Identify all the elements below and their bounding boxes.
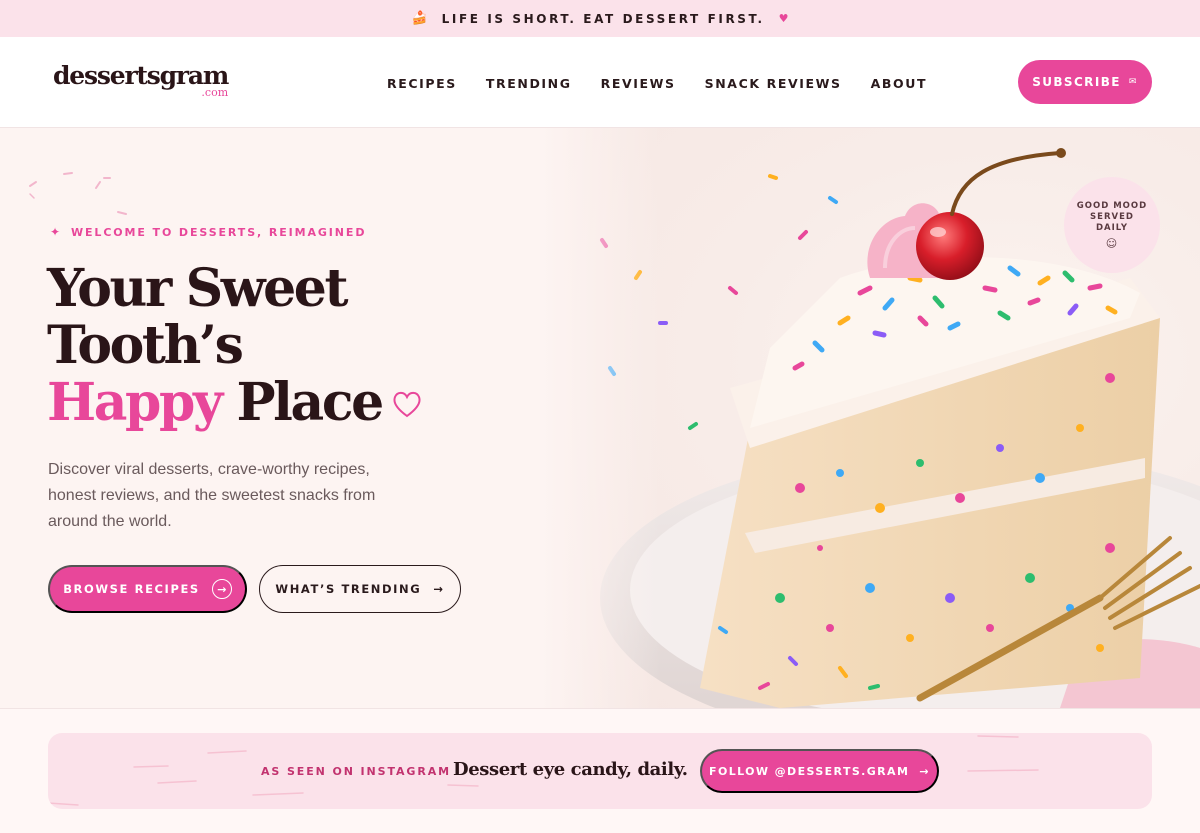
heart-icon: ♥: [778, 12, 789, 25]
headline-end: Place: [236, 372, 384, 433]
badge-line1: GOOD MOOD: [1076, 201, 1148, 211]
mail-icon: ✉: [1128, 77, 1138, 87]
announcement-bar: 🍰 LIFE IS SHORT. EAT DESSERT FIRST. ♥: [0, 0, 1200, 37]
subscribe-button[interactable]: SUBSCRIBE ✉: [1018, 60, 1152, 104]
arrow-right-icon: →: [433, 582, 445, 596]
badge-line3: DAILY: [1095, 223, 1129, 233]
good-mood-badge: GOOD MOOD SERVED DAILY ☺: [1064, 177, 1160, 273]
hero-eyebrow: ✦ WELCOME TO DESSERTS, REIMAGINED: [50, 225, 366, 239]
cake-icon: 🍰: [411, 11, 428, 26]
eyebrow-text: WELCOME TO DESSERTS, REIMAGINED: [70, 225, 367, 239]
instagram-label: AS SEEN ON INSTAGRAM: [261, 765, 451, 778]
section-divider: [0, 708, 1200, 709]
hero-section: ✦ WELCOME TO DESSERTS, REIMAGINED Your S…: [0, 128, 1200, 708]
site-logo[interactable]: dessertsgram .com: [53, 61, 229, 99]
announcement-text: LIFE IS SHORT. EAT DESSERT FIRST.: [441, 11, 765, 26]
browse-recipes-button[interactable]: BROWSE RECIPES →: [48, 565, 247, 613]
browse-recipes-label: BROWSE RECIPES: [63, 582, 200, 596]
nav-about[interactable]: ABOUT: [871, 76, 928, 91]
nav-snack-reviews[interactable]: SNACK REVIEWS: [705, 76, 842, 91]
smile-icon: ☺: [1105, 237, 1119, 250]
nav-recipes[interactable]: RECIPES: [387, 76, 457, 91]
hero-headline: Your Sweet Tooth’s Happy Place: [47, 258, 421, 433]
heart-outline-icon: [393, 391, 421, 418]
nav-reviews[interactable]: REVIEWS: [601, 76, 676, 91]
instagram-strip: AS SEEN ON INSTAGRAM Dessert eye candy, …: [48, 733, 1152, 809]
sparkle-icon: ✦: [50, 225, 62, 239]
hero-description: Discover viral desserts, crave-worthy re…: [48, 461, 376, 530]
whats-trending-label: WHAT’S TRENDING: [275, 582, 422, 596]
badge-line2: SERVED: [1090, 212, 1134, 222]
sprinkles-decoration: [29, 172, 127, 215]
headline-line2: Tooth’s: [47, 315, 244, 376]
arrow-right-icon: →: [919, 764, 930, 778]
arrow-circle-icon: →: [211, 579, 232, 599]
headline-line1: Your Sweet: [47, 258, 349, 319]
follow-button[interactable]: FOLLOW @DESSERTS.GRAM →: [700, 749, 939, 793]
headline-highlight: Happy: [47, 372, 223, 433]
site-header: dessertsgram .com RECIPES TRENDING REVIE…: [0, 37, 1200, 128]
subscribe-label: SUBSCRIBE: [1032, 75, 1121, 89]
follow-label: FOLLOW @DESSERTS.GRAM: [709, 764, 910, 778]
nav-trending[interactable]: TRENDING: [486, 76, 572, 91]
main-nav: RECIPES TRENDING REVIEWS SNACK REVIEWS A…: [387, 76, 927, 91]
logo-domain: .com: [201, 86, 229, 99]
image-fade-overlay: [540, 128, 660, 708]
whats-trending-button[interactable]: WHAT’S TRENDING →: [259, 565, 461, 613]
instagram-tagline: Dessert eye candy, daily.: [453, 759, 688, 780]
